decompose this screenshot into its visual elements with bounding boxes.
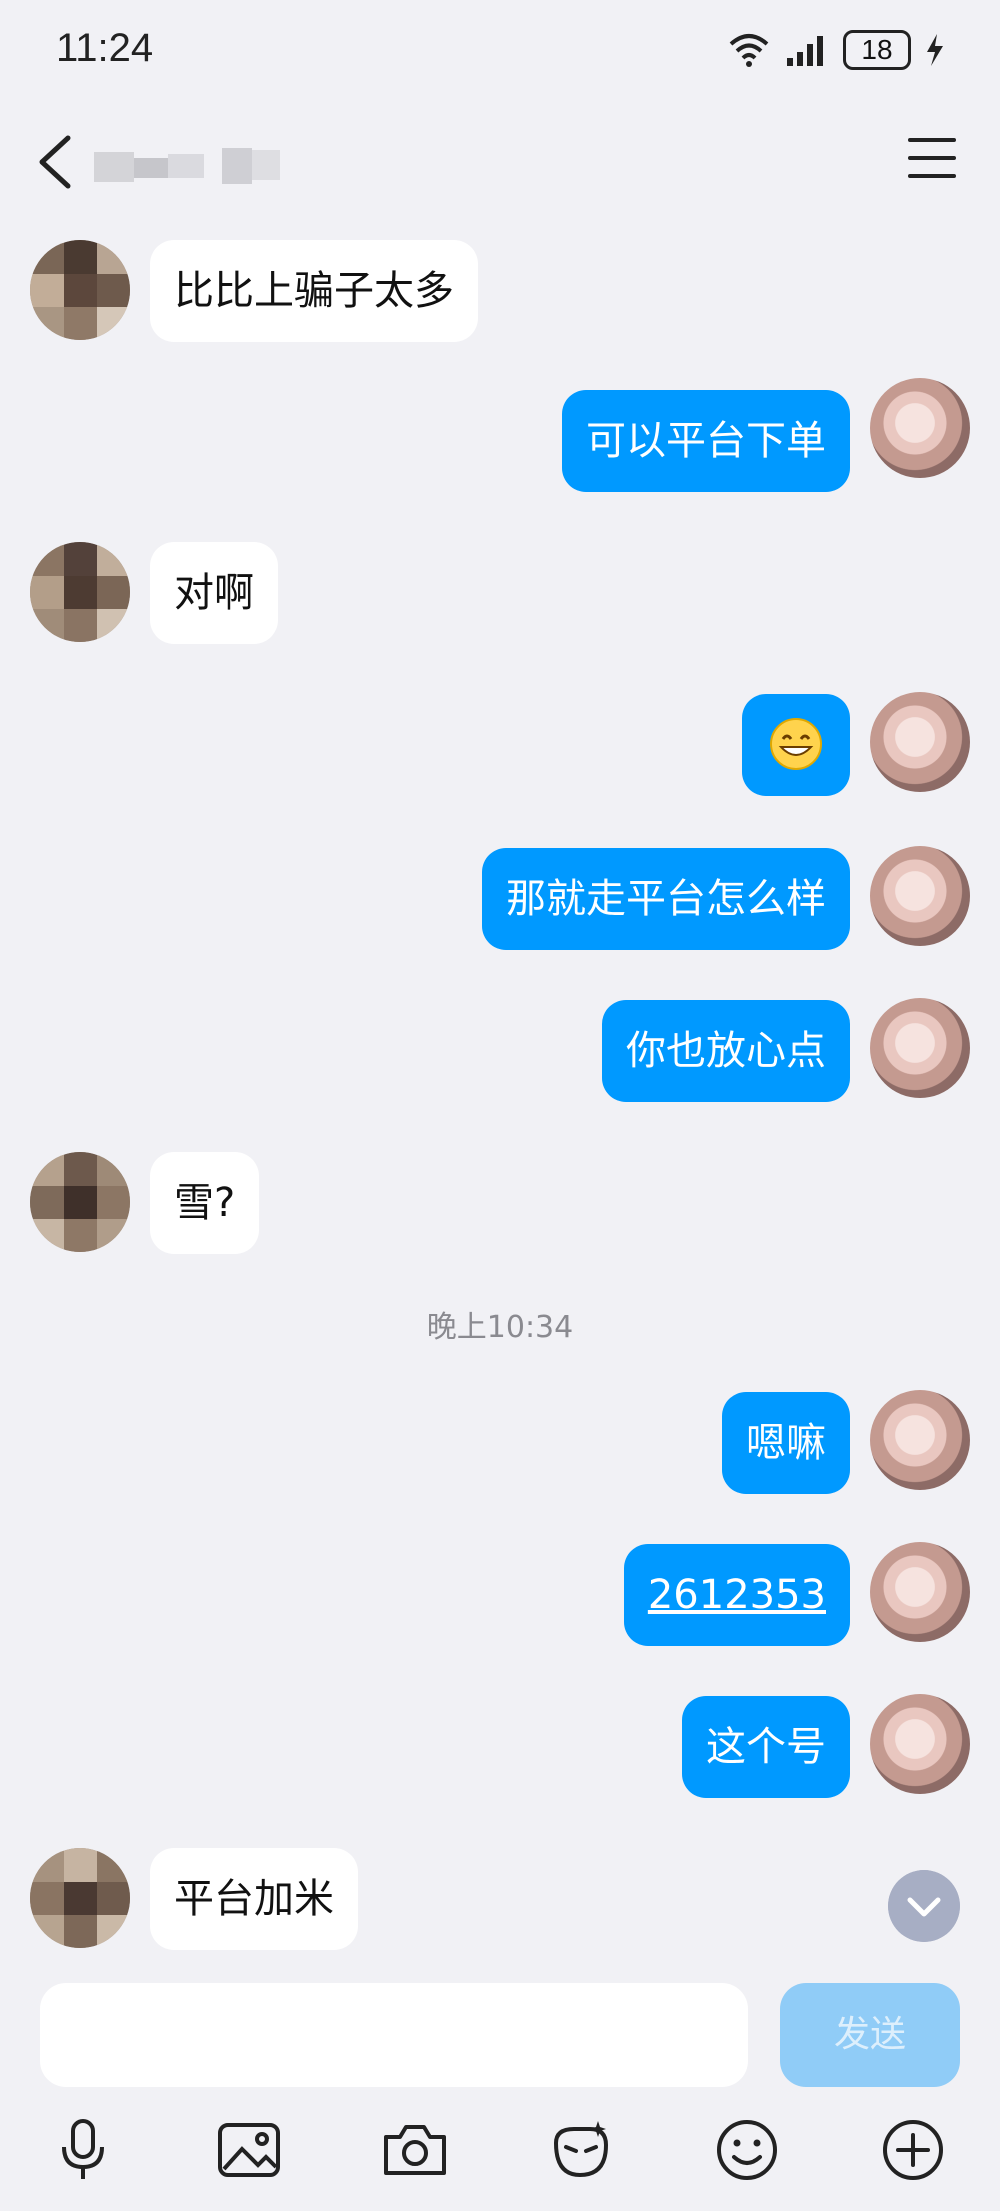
input-toolbar <box>0 2115 1000 2205</box>
charging-icon <box>927 34 943 66</box>
user-avatar[interactable] <box>870 378 970 478</box>
camera-icon[interactable] <box>380 2115 450 2185</box>
battery-indicator: 18 <box>843 30 911 70</box>
contact-avatar[interactable] <box>30 240 130 340</box>
incoming-message-bubble[interactable]: 雪? <box>150 1152 260 1254</box>
incoming-message-bubble[interactable]: 比比上骗子太多 <box>150 240 478 342</box>
outgoing-message-bubble[interactable]: 你也放心点 <box>602 1000 850 1102</box>
outgoing-number-link-bubble[interactable]: 2612353 <box>623 1544 850 1646</box>
plus-icon[interactable] <box>878 2115 948 2185</box>
status-icons: 18 <box>727 28 945 72</box>
status-bar: 11:24 18 <box>0 0 1000 100</box>
signal-icon <box>787 36 823 66</box>
incoming-message-bubble[interactable]: 对啊 <box>150 542 278 644</box>
sticker-icon[interactable] <box>546 2115 616 2185</box>
outgoing-message-bubble[interactable]: 那就走平台怎么样 <box>482 848 850 950</box>
send-button[interactable]: 发送 <box>780 1983 960 2087</box>
outgoing-message-bubble[interactable]: 嗯嘛 <box>722 1392 850 1494</box>
outgoing-emoji-bubble[interactable] <box>742 694 850 796</box>
input-bar: 发送 <box>0 1965 1000 2211</box>
microphone-icon[interactable] <box>48 2115 118 2185</box>
status-time: 11:24 <box>56 26 154 70</box>
contact-avatar[interactable] <box>30 1848 130 1948</box>
message-input[interactable] <box>40 1983 748 2087</box>
scroll-to-bottom-button[interactable] <box>888 1870 960 1942</box>
message-list: 比比上骗子太多 可以平台下单 对啊 那就走平台怎么样 你也放心点 雪? 晚上10… <box>0 220 1000 1965</box>
user-avatar[interactable] <box>870 846 970 946</box>
contact-avatar[interactable] <box>30 542 130 642</box>
menu-icon[interactable] <box>908 138 956 182</box>
user-avatar[interactable] <box>870 998 970 1098</box>
chat-header <box>0 110 1000 210</box>
back-arrow-icon[interactable] <box>32 132 78 192</box>
incoming-message-bubble[interactable]: 平台加米 <box>150 1848 358 1950</box>
user-avatar[interactable] <box>870 692 970 792</box>
contact-name-blurred <box>94 148 280 184</box>
outgoing-message-bubble[interactable]: 这个号 <box>682 1696 850 1798</box>
image-icon[interactable] <box>214 2115 284 2185</box>
outgoing-message-bubble[interactable]: 可以平台下单 <box>562 390 850 492</box>
user-avatar[interactable] <box>870 1542 970 1642</box>
user-avatar[interactable] <box>870 1390 970 1490</box>
user-avatar[interactable] <box>870 1694 970 1794</box>
wifi-icon <box>729 34 769 67</box>
emoji-icon[interactable] <box>712 2115 782 2185</box>
grinning-face-icon <box>770 718 822 770</box>
message-timestamp: 晚上10:34 <box>426 1310 574 1345</box>
contact-avatar[interactable] <box>30 1152 130 1252</box>
